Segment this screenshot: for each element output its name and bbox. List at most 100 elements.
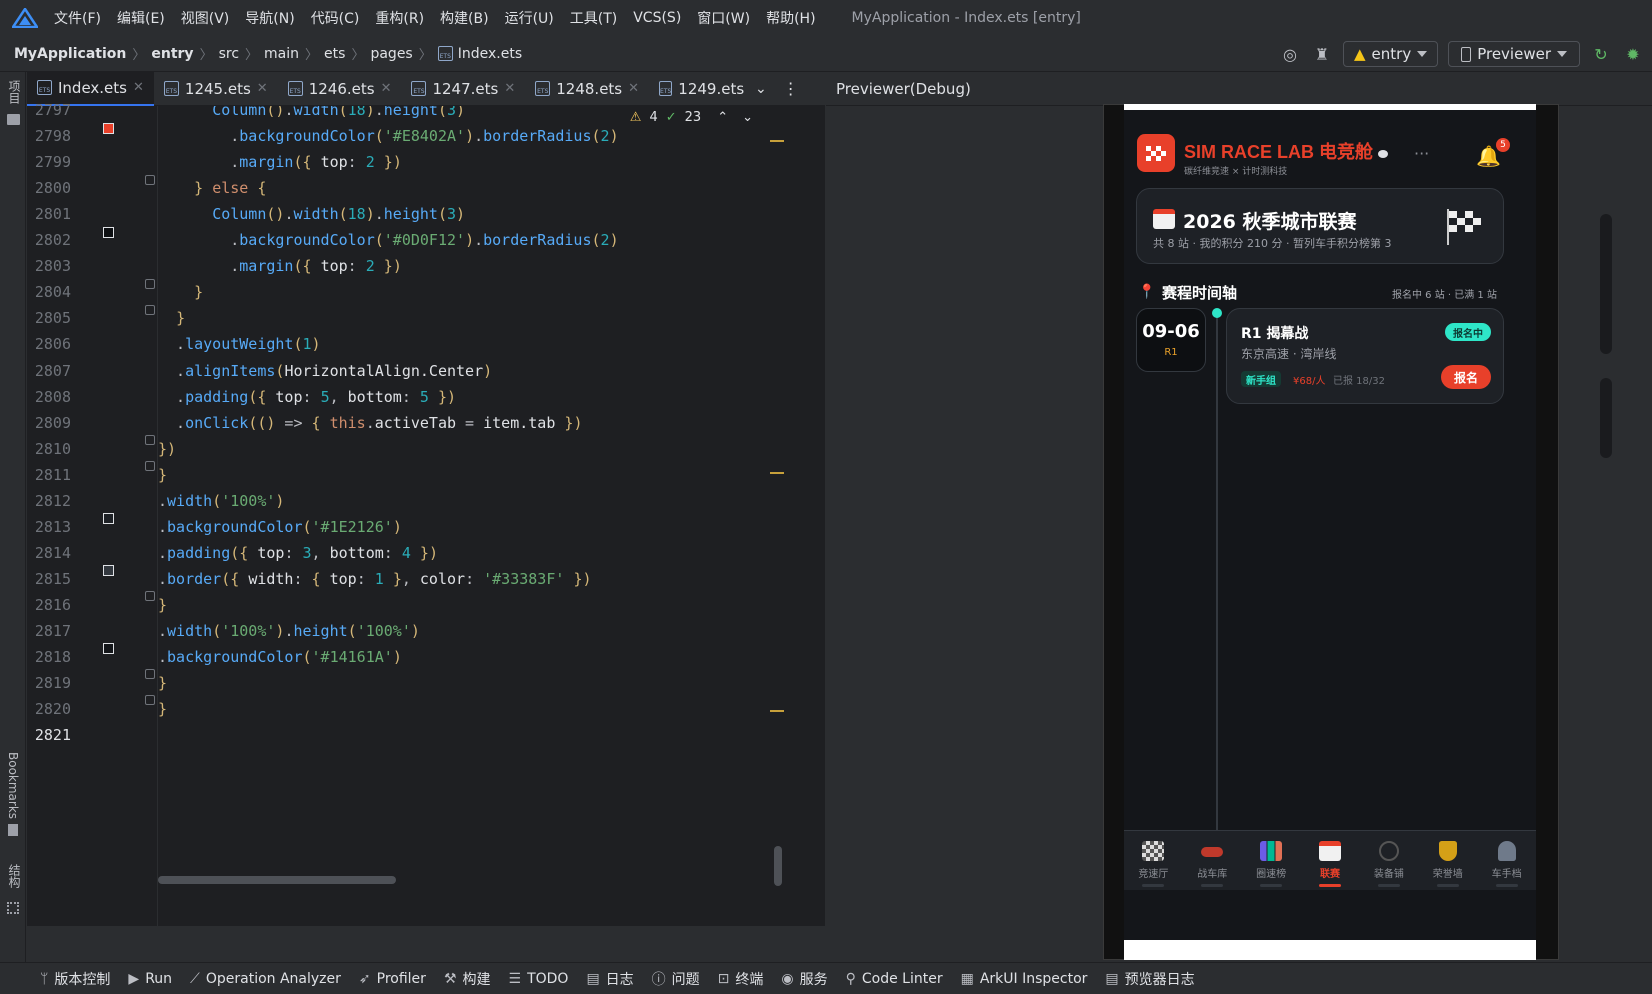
code-line[interactable]: .backgroundColor('#14161A') [158, 648, 402, 666]
fold-icon[interactable] [145, 279, 155, 289]
tool-run[interactable]: ▶ Run [128, 971, 172, 987]
breadcrumb-project[interactable]: MyApplication [14, 46, 126, 62]
tab-1249-ets[interactable]: ETS 1249.ets [649, 72, 749, 106]
tab-honor[interactable]: 荣誉墙 [1418, 831, 1477, 890]
code-line[interactable]: .border({ width: { top: 1 }, color: '#33… [158, 570, 592, 588]
more-vertical-icon[interactable]: ⋮ [783, 79, 799, 98]
more-icon[interactable]: ··· [1414, 144, 1429, 163]
chevron-down-icon[interactable]: ⌄ [755, 81, 767, 97]
code-line[interactable]: .padding({ top: 3, bottom: 4 }) [158, 544, 438, 562]
target-icon[interactable]: ◎ [1279, 43, 1301, 65]
tool-problems[interactable]: ⓘ 问题 [652, 969, 700, 989]
tab-1247-ets[interactable]: ETS 1247.ets ✕ [401, 72, 525, 106]
bookmarks-tool-label[interactable]: Bookmarks [6, 752, 20, 819]
code-line[interactable]: Column().width(18).height(3) [158, 205, 465, 223]
code-line[interactable]: .backgroundColor('#1E2126') [158, 518, 402, 536]
code-line[interactable]: .margin({ top: 2 }) [158, 257, 402, 275]
fold-icon[interactable] [145, 591, 155, 601]
tab-shop[interactable]: 装备铺 [1359, 831, 1418, 890]
close-icon[interactable]: ✕ [628, 81, 639, 96]
code-line[interactable]: }) [158, 440, 176, 458]
horizontal-scrollbar[interactable] [158, 876, 396, 884]
code-line[interactable]: .backgroundColor('#E8402A').borderRadius… [158, 127, 618, 145]
menu-edit[interactable]: 编辑(E) [117, 8, 165, 28]
tool-operation-analyzer[interactable]: ⟋ Operation Analyzer [190, 971, 341, 987]
code-line[interactable]: } [158, 596, 167, 614]
tab-league[interactable]: 联赛 [1301, 831, 1360, 890]
tool-profiler[interactable]: ➶ Profiler [359, 971, 426, 987]
breadcrumb-pages[interactable]: pages [370, 46, 412, 62]
tool-code-linter[interactable]: ⚲ Code Linter [846, 971, 943, 987]
code-line[interactable]: } else { [158, 179, 266, 197]
tool-build[interactable]: ⚒ 构建 [444, 969, 491, 989]
code-line[interactable]: .backgroundColor('#0D0F12').borderRadius… [158, 231, 618, 249]
color-swatch-icon[interactable] [103, 227, 114, 238]
color-swatch-icon[interactable] [103, 643, 114, 654]
color-swatch-icon[interactable] [103, 513, 114, 524]
register-button[interactable]: 报名 [1441, 365, 1491, 389]
menu-build[interactable]: 构建(B) [440, 8, 489, 28]
refresh-icon[interactable]: ↻ [1590, 43, 1612, 65]
tab-profile[interactable]: 车手档 [1477, 831, 1536, 890]
close-icon[interactable]: ✕ [257, 81, 268, 96]
breadcrumb-module[interactable]: entry [151, 46, 193, 62]
menu-tools[interactable]: 工具(T) [570, 8, 617, 28]
event-card[interactable]: R1 揭幕战 报名中 东京高速 · 湾岸线 新手组 ¥68/人 已报 18/32… [1226, 308, 1504, 404]
tab-garage[interactable]: 战车库 [1183, 831, 1242, 890]
code-line[interactable]: .padding({ top: 5, bottom: 5 }) [158, 388, 456, 406]
close-icon[interactable]: ✕ [133, 80, 144, 95]
tool-arkui-inspector[interactable]: ▦ ArkUI Inspector [961, 971, 1088, 987]
tool-services[interactable]: ◉ 服务 [781, 969, 827, 989]
code-line[interactable]: } [158, 674, 167, 692]
tab-1248-ets[interactable]: ETS 1248.ets ✕ [525, 72, 649, 106]
tab-1246-ets[interactable]: ETS 1246.ets ✕ [278, 72, 402, 106]
code-line[interactable]: .alignItems(HorizontalAlign.Center) [158, 362, 492, 380]
close-icon[interactable]: ✕ [504, 81, 515, 96]
fold-icon[interactable] [145, 669, 155, 679]
vertical-scrollbar[interactable] [774, 846, 782, 886]
breadcrumb-src[interactable]: src [219, 46, 239, 62]
color-swatch-icon[interactable] [103, 565, 114, 576]
tool-log[interactable]: ▤ 日志 [586, 969, 633, 989]
menu-file[interactable]: 文件(F) [54, 8, 101, 28]
fold-icon[interactable] [145, 305, 155, 315]
breadcrumb-file[interactable]: Index.ets [458, 46, 522, 62]
tool-todo[interactable]: ☰ TODO [509, 971, 569, 987]
device-dropdown[interactable]: Previewer [1448, 41, 1580, 67]
tool-previewer-log[interactable]: ▤ 预览器日志 [1105, 969, 1194, 989]
fold-icon[interactable] [145, 435, 155, 445]
fold-icon[interactable] [145, 175, 155, 185]
season-card[interactable]: 2026 秋季城市联赛 共 8 站 · 我的积分 210 分 · 暂列车手积分榜… [1136, 188, 1504, 264]
structure-tool-label[interactable]: 结构 [6, 864, 23, 888]
breadcrumb-main[interactable]: main [264, 46, 299, 62]
bug-icon[interactable]: ✹ [1622, 43, 1644, 65]
record-icon[interactable] [1378, 150, 1388, 158]
chevron-down-icon[interactable]: ⌄ [742, 110, 753, 125]
code-line[interactable]: } [158, 700, 167, 718]
code-line[interactable]: .onClick(() => { this.activeTab = item.t… [158, 414, 582, 432]
trophy-icon[interactable]: ♜ [1311, 43, 1333, 65]
module-dropdown[interactable]: ▲ entry [1342, 41, 1439, 67]
menu-help[interactable]: 帮助(H) [766, 8, 815, 28]
menu-code[interactable]: 代码(C) [311, 8, 360, 28]
code-line[interactable]: .width('100%').height('100%') [158, 622, 420, 640]
code-line[interactable]: .margin({ top: 2 }) [158, 153, 402, 171]
code-line[interactable]: .width('100%') [158, 492, 284, 510]
menu-navigate[interactable]: 导航(N) [245, 8, 294, 28]
menu-vcs[interactable]: VCS(S) [633, 10, 681, 26]
tool-terminal[interactable]: ⊡ 终端 [718, 969, 764, 989]
project-tool-label[interactable]: 项目 [6, 80, 23, 104]
code-line[interactable]: .layoutWeight(1) [158, 335, 321, 353]
inspection-widget[interactable]: ⚠ 4 ✓ 23 ⌃ ⌄ [630, 110, 753, 125]
fold-icon[interactable] [145, 461, 155, 471]
tab-1245-ets[interactable]: ETS 1245.ets ✕ [154, 72, 278, 106]
tab-leaderboard[interactable]: 圈速榜 [1242, 831, 1301, 890]
code-line[interactable]: } [158, 283, 203, 301]
code-line[interactable]: Column().width(18).height(3) [158, 106, 465, 119]
fold-icon[interactable] [145, 695, 155, 705]
menu-window[interactable]: 窗口(W) [697, 8, 750, 28]
tab-lobby[interactable]: 竞速厅 [1124, 831, 1183, 890]
menu-view[interactable]: 视图(V) [181, 8, 230, 28]
tool-version-control[interactable]: ᛘ 版本控制 [40, 969, 110, 989]
breadcrumb-ets[interactable]: ets [324, 46, 345, 62]
